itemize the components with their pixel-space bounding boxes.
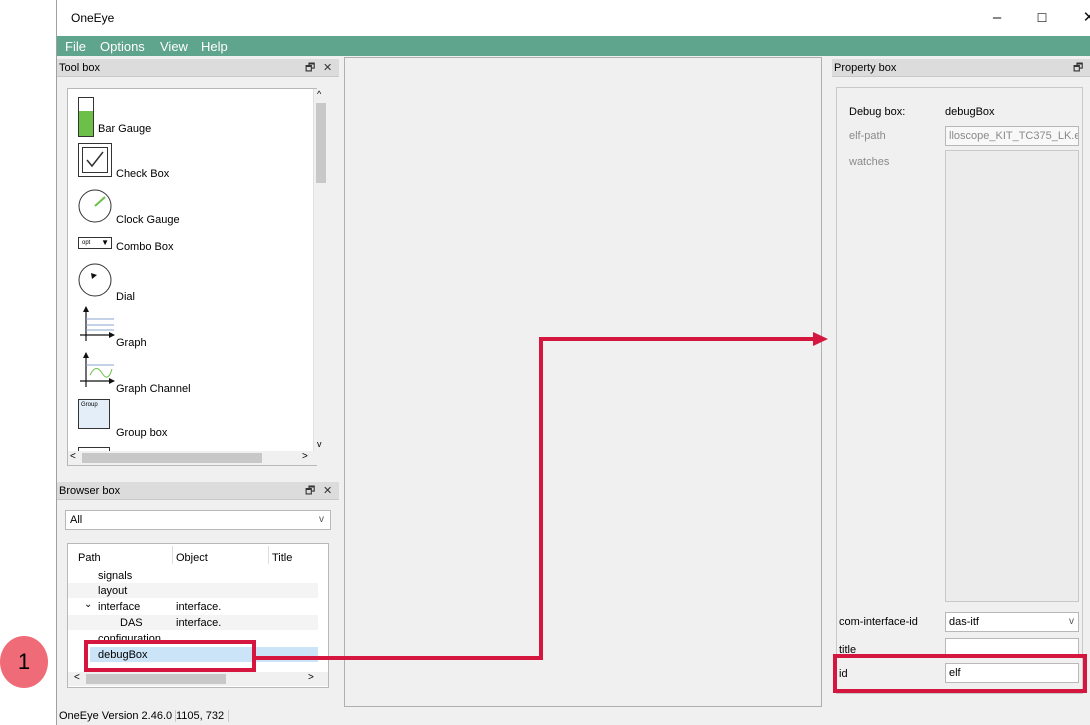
tree-row[interactable]: DAS interface. bbox=[68, 615, 318, 630]
debug-box-label: Debug box: bbox=[849, 106, 906, 118]
chevron-left-icon[interactable]: < bbox=[74, 672, 80, 683]
tool-label: Check Box bbox=[116, 168, 170, 180]
clock-gauge-icon bbox=[78, 189, 112, 223]
float-icon[interactable]: 🗗 bbox=[305, 59, 315, 77]
title-bar: OneEye – ☐ ✕ bbox=[57, 0, 1090, 36]
toolbox-title: Tool box bbox=[59, 62, 100, 74]
tree-row[interactable]: layout bbox=[68, 583, 318, 598]
browser-filter-select[interactable]: All v bbox=[65, 510, 331, 530]
watches-list[interactable] bbox=[945, 150, 1079, 602]
tool-graph[interactable]: Graph bbox=[78, 305, 238, 349]
tool-dial[interactable]: Dial bbox=[78, 263, 238, 307]
tree-row[interactable]: signals bbox=[68, 568, 318, 583]
close-icon[interactable]: ✕ bbox=[323, 59, 332, 77]
row-path: interface bbox=[98, 601, 141, 613]
combo-icon-text: opt bbox=[82, 240, 91, 246]
window-title: OneEye bbox=[71, 11, 115, 25]
row-object: interface. bbox=[176, 601, 222, 613]
tool-label: Clock Gauge bbox=[116, 214, 180, 226]
scroll-thumb[interactable] bbox=[316, 103, 326, 183]
chevron-down-icon: v bbox=[319, 514, 324, 525]
scroll-thumb[interactable] bbox=[86, 674, 226, 684]
maximize-button[interactable]: ☐ bbox=[1032, 8, 1052, 28]
row-path: signals bbox=[98, 570, 133, 582]
tool-bar-gauge[interactable]: Bar Gauge bbox=[78, 97, 238, 141]
column-object[interactable]: Object bbox=[176, 552, 208, 564]
tool-label: Dial bbox=[116, 291, 135, 303]
tool-check-box[interactable]: Check Box bbox=[78, 143, 238, 183]
menu-view[interactable]: View bbox=[160, 39, 188, 54]
com-interface-value: das-itf bbox=[949, 616, 979, 628]
graph-icon bbox=[80, 306, 115, 341]
step-callout: 1 bbox=[0, 636, 48, 688]
bar-gauge-icon bbox=[78, 97, 94, 137]
column-path[interactable]: Path bbox=[78, 552, 101, 564]
tool-label: Group box bbox=[116, 427, 168, 439]
property-title: Property box bbox=[834, 62, 897, 74]
chevron-down-icon: v bbox=[1069, 616, 1074, 627]
tool-clock-gauge[interactable]: Clock Gauge bbox=[78, 189, 238, 233]
toolbox-vertical-scrollbar[interactable]: ^ v bbox=[313, 89, 328, 452]
tool-label: Graph Channel bbox=[116, 383, 191, 395]
graph-channel-icon bbox=[80, 352, 115, 387]
menu-help[interactable]: Help bbox=[201, 39, 228, 54]
tree-row[interactable]: ⌄ interface interface. bbox=[68, 599, 318, 614]
watches-label: watches bbox=[849, 156, 890, 168]
chevron-down-icon[interactable]: ⌄ bbox=[84, 599, 92, 610]
row-path: DAS bbox=[120, 617, 143, 629]
highlight-id-field bbox=[833, 654, 1087, 693]
tool-graph-channel[interactable]: Graph Channel bbox=[78, 351, 238, 395]
elf-path-label: elf-path bbox=[849, 130, 886, 142]
chevron-up-icon[interactable]: ^ bbox=[317, 89, 321, 99]
check-box-icon bbox=[78, 143, 112, 177]
chevron-down-icon: ▼ bbox=[101, 238, 109, 247]
browser-horizontal-scrollbar[interactable]: < > bbox=[68, 672, 328, 686]
toolbox-list: Bar Gauge Check Box Clock Gauge opt ▼ Co… bbox=[67, 88, 317, 466]
elf-path-field[interactable]: lloscope_KIT_TC375_LK.elf bbox=[945, 126, 1079, 146]
close-icon[interactable]: ✕ bbox=[323, 482, 332, 500]
tool-group-box[interactable]: Group Group box bbox=[78, 399, 238, 443]
com-interface-label: com-interface-id bbox=[839, 616, 918, 628]
menu-bar: File Options View Help bbox=[57, 36, 1090, 56]
tool-label: Graph bbox=[116, 337, 147, 349]
coords-text: 1105, 732 bbox=[176, 710, 230, 722]
group-box-icon: Group bbox=[78, 399, 110, 429]
property-titlebar: Property box 🗗 bbox=[832, 59, 1090, 77]
tool-label: Bar Gauge bbox=[98, 123, 152, 135]
scroll-thumb[interactable] bbox=[82, 453, 262, 463]
close-button[interactable]: ✕ bbox=[1079, 8, 1090, 28]
float-icon[interactable]: 🗗 bbox=[305, 482, 315, 500]
chevron-right-icon[interactable]: > bbox=[308, 672, 314, 683]
com-interface-select[interactable]: das-itf v bbox=[945, 612, 1079, 632]
menu-options[interactable]: Options bbox=[100, 39, 145, 54]
row-path: layout bbox=[98, 585, 128, 597]
toolbox-horizontal-scrollbar[interactable]: < > bbox=[68, 451, 329, 465]
chevron-left-icon[interactable]: < bbox=[70, 451, 76, 462]
property-panel: Debug box: debugBox elf-path lloscope_KI… bbox=[836, 87, 1083, 694]
browser-titlebar: Browser box 🗗 ✕ bbox=[57, 482, 339, 500]
row-object: interface. bbox=[176, 617, 222, 629]
filter-value: All bbox=[70, 514, 83, 526]
debug-box-value: debugBox bbox=[945, 106, 995, 118]
browser-title: Browser box bbox=[59, 485, 121, 497]
minimize-button[interactable]: – bbox=[987, 8, 1007, 28]
menu-file[interactable]: File bbox=[65, 39, 86, 54]
tree-header: Path Object Title bbox=[68, 544, 328, 566]
toolbox-titlebar: Tool box 🗗 ✕ bbox=[57, 59, 339, 77]
status-bar: OneEye Version 2.46.0 1105, 732 bbox=[57, 708, 1090, 725]
layout-canvas[interactable] bbox=[344, 57, 822, 707]
highlight-debugbox bbox=[84, 640, 256, 672]
float-icon[interactable]: 🗗 bbox=[1073, 59, 1083, 77]
tool-label: Combo Box bbox=[116, 241, 174, 253]
tool-combo-box[interactable]: opt ▼ Combo Box bbox=[78, 237, 238, 259]
group-icon-text: Group bbox=[81, 402, 98, 408]
chevron-right-icon[interactable]: > bbox=[302, 451, 308, 462]
column-title[interactable]: Title bbox=[272, 552, 292, 564]
app-window: OneEye – ☐ ✕ File Options View Help Tool… bbox=[56, 0, 1090, 725]
combo-box-icon: opt ▼ bbox=[78, 237, 112, 249]
version-text: OneEye Version 2.46.0 bbox=[59, 710, 177, 722]
chevron-down-icon[interactable]: v bbox=[317, 439, 322, 449]
dial-icon bbox=[78, 263, 112, 297]
